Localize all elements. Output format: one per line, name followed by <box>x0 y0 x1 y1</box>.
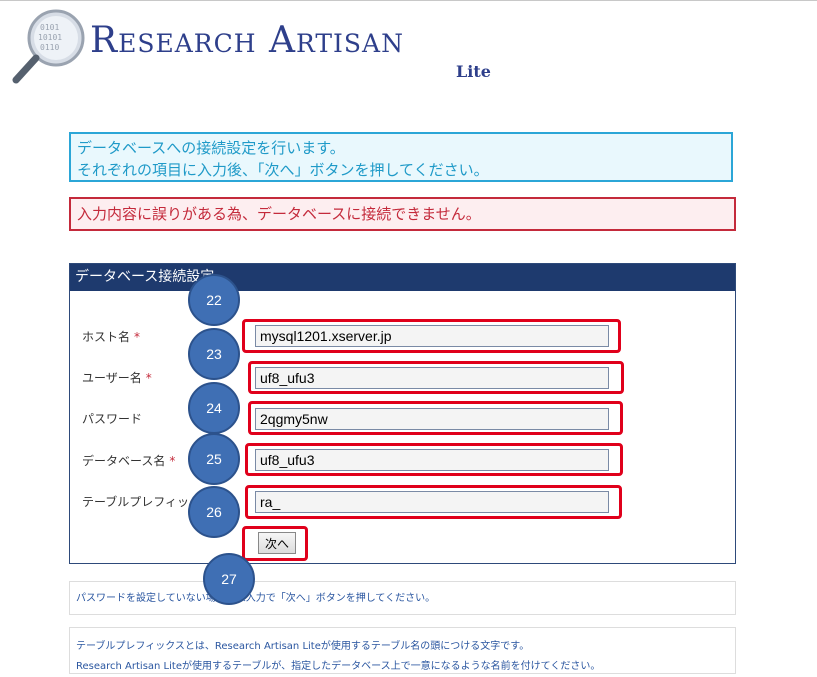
host-label: ホスト名 * <box>82 330 141 344</box>
prefix-note: テーブルプレフィックスとは、Research Artisan Liteが使用する… <box>69 627 736 674</box>
password-note: パスワードを設定していない場合は未入力で「次へ」ボタンを押してください。 <box>69 581 736 615</box>
panel-title: データベース接続設定 <box>70 264 735 291</box>
top-divider <box>0 0 817 1</box>
highlight-database <box>245 443 623 476</box>
info-line-1: データベースへの接続設定を行います。 <box>77 139 345 157</box>
error-message: 入力内容に誤りがある為、データベースに接続できません。 <box>69 197 736 231</box>
annotation-24: 24 <box>188 382 240 434</box>
highlight-user <box>248 361 624 394</box>
annotation-26: 26 <box>188 486 240 538</box>
annotation-22: 22 <box>188 274 240 326</box>
svg-text:0101: 0101 <box>40 23 59 32</box>
logo-subtitle: Lite <box>456 62 491 81</box>
highlight-password <box>248 401 623 435</box>
annotation-27: 27 <box>203 553 255 605</box>
magnifier-logo-icon: 0101 10101 0110 <box>12 9 85 84</box>
highlight-host <box>242 319 621 353</box>
annotation-23: 23 <box>188 328 240 380</box>
database-label: データベース名 * <box>82 454 176 468</box>
svg-text:10101: 10101 <box>38 33 62 42</box>
highlight-prefix <box>245 485 622 519</box>
logo-title: Research Artisan <box>90 20 404 61</box>
info-message: データベースへの接続設定を行います。 それぞれの項目に入力後、「次へ」ボタンを押… <box>69 132 733 182</box>
prefix-note-line-2: Research Artisan Liteが使用するテーブルが、指定したデータベ… <box>76 661 601 672</box>
annotation-25: 25 <box>188 433 240 485</box>
password-note-text: パスワードを設定していない場合は未入力で「次へ」ボタンを押してください。 <box>76 593 436 604</box>
info-line-2: それぞれの項目に入力後、「次へ」ボタンを押してください。 <box>77 161 489 179</box>
password-label: パスワード <box>82 412 143 426</box>
svg-text:0110: 0110 <box>40 43 59 52</box>
prefix-note-line-1: テーブルプレフィックスとは、Research Artisan Liteが使用する… <box>76 641 530 652</box>
highlight-next <box>242 526 308 561</box>
user-label: ユーザー名 * <box>82 371 152 385</box>
